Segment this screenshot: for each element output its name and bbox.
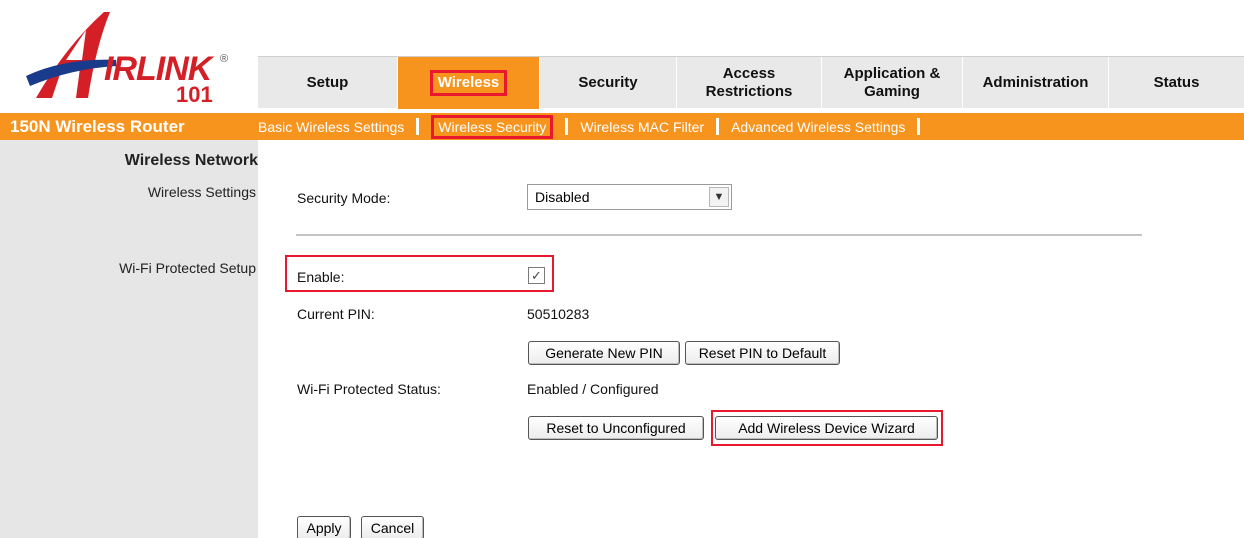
tab-setup[interactable]: Setup <box>258 57 398 109</box>
subnav-wireless-security[interactable]: Wireless Security <box>431 114 554 139</box>
wps-status-label: Wi-Fi Protected Status: <box>297 381 441 397</box>
logo-a-swoosh-icon <box>26 12 116 98</box>
chevron-down-icon: ▼ <box>709 187 729 207</box>
current-pin-value: 50510283 <box>527 306 590 322</box>
subnav-basic-wireless-settings[interactable]: Basic Wireless Settings <box>258 119 404 135</box>
enable-label: Enable: <box>297 269 345 285</box>
logo-number: 101 <box>176 82 213 107</box>
reset-to-unconfigured-button[interactable]: Reset to Unconfigured <box>528 416 704 440</box>
sub-navigation-bar: 150N Wireless Router Basic Wireless Sett… <box>0 113 1244 140</box>
main-nav-tabs: Setup Wireless Security Access Restricti… <box>258 56 1244 109</box>
subnav-separator <box>565 118 569 135</box>
security-mode-select[interactable]: Disabled ▼ <box>527 184 732 210</box>
checkmark-icon: ✓ <box>531 267 542 283</box>
tab-label: Wireless <box>429 70 508 96</box>
subnav-separator <box>416 118 420 135</box>
tab-administration[interactable]: Administration <box>963 57 1109 109</box>
tab-label: Security <box>578 74 638 91</box>
cancel-button[interactable]: Cancel <box>361 516 424 538</box>
current-pin-label: Current PIN: <box>297 306 375 322</box>
subnav-wireless-mac-filter[interactable]: Wireless MAC Filter <box>580 119 704 135</box>
tab-label: Status <box>1153 74 1200 91</box>
tab-label: Setup <box>306 74 349 91</box>
tab-application-gaming[interactable]: Application & Gaming <box>822 57 963 109</box>
tab-label: Access Restrictions <box>705 65 793 100</box>
section-heading: Wireless Network <box>124 152 258 169</box>
airlink-logo: IRLINK ® 101 <box>26 6 256 107</box>
subnav-separator <box>716 118 720 135</box>
product-name: 150N Wireless Router <box>10 116 185 136</box>
add-wireless-device-wizard-button[interactable]: Add Wireless Device Wizard <box>715 416 938 440</box>
enable-checkbox[interactable]: ✓ <box>528 267 545 284</box>
section-label-wireless-settings: Wireless Settings <box>147 184 256 200</box>
tab-label: Application & Gaming <box>843 65 941 100</box>
left-section-panel: Wireless Network Wireless Settings Wi-Fi… <box>0 140 258 538</box>
reset-pin-to-default-button[interactable]: Reset PIN to Default <box>685 341 840 365</box>
logo-registered-mark: ® <box>220 53 229 65</box>
security-mode-label: Security Mode: <box>297 190 391 206</box>
security-mode-value: Disabled <box>535 189 590 205</box>
tab-label: Administration <box>982 74 1089 91</box>
apply-button[interactable]: Apply <box>297 516 351 538</box>
tab-status[interactable]: Status <box>1109 57 1244 109</box>
tab-wireless[interactable]: Wireless <box>398 57 540 109</box>
sub-nav-links: Basic Wireless Settings Wireless Securit… <box>258 114 932 139</box>
tab-security[interactable]: Security <box>540 57 677 109</box>
tab-access-restrictions[interactable]: Access Restrictions <box>677 57 822 109</box>
wps-status-value: Enabled / Configured <box>527 381 659 397</box>
divider <box>296 234 1142 236</box>
generate-new-pin-button[interactable]: Generate New PIN <box>528 341 680 365</box>
section-label-wps: Wi-Fi Protected Setup <box>119 260 256 276</box>
subnav-advanced-wireless-settings[interactable]: Advanced Wireless Settings <box>731 119 905 135</box>
subnav-separator <box>917 118 921 135</box>
